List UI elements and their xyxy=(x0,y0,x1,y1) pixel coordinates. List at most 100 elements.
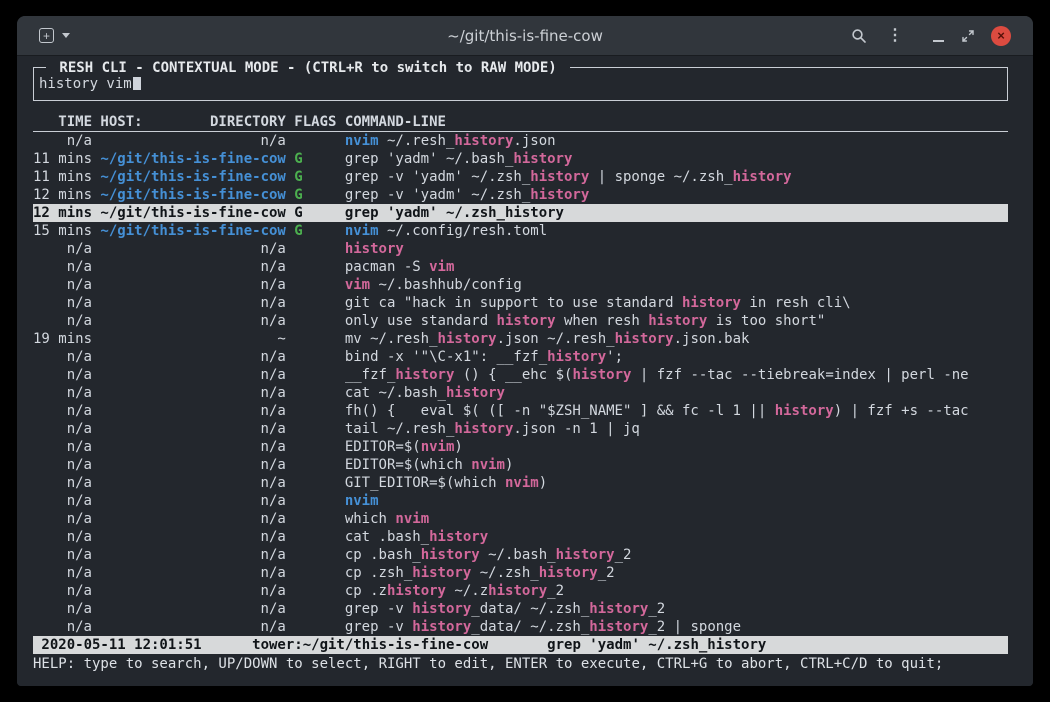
history-row[interactable]: n/an/anvim xyxy=(33,492,1008,510)
status-bar: 2020-05-11 12:01:51tower:~/git/this-is-f… xyxy=(33,636,1008,654)
history-row[interactable]: n/an/agit ca "hack in support to use sta… xyxy=(33,294,1008,312)
restore-icon xyxy=(961,29,975,43)
header-time: TIME xyxy=(33,113,92,131)
history-row[interactable]: n/an/atail ~/.resh_history.json -n 1 | j… xyxy=(33,420,1008,438)
row-time: 11 mins xyxy=(33,150,92,168)
row-command: vim ~/.bashhub/config xyxy=(345,276,1008,294)
row-flags xyxy=(294,258,336,276)
row-flags xyxy=(294,402,336,420)
terminal-window: + ~/git/this-is-fine-cow ⋮ xyxy=(17,16,1033,686)
row-command: mv ~/.resh_history.json ~/.resh_history.… xyxy=(345,330,1008,348)
row-flags: G xyxy=(294,186,336,204)
row-directory: n/a xyxy=(100,366,285,384)
row-directory: n/a xyxy=(100,258,285,276)
history-row[interactable]: 11 mins~/git/this-is-fine-cowGgrep -v 'y… xyxy=(33,168,1008,186)
history-row-selected[interactable]: 12 mins~/git/this-is-fine-cowGgrep 'yadm… xyxy=(33,204,1008,222)
row-time: 11 mins xyxy=(33,168,92,186)
menu-button[interactable]: ⋮ xyxy=(887,28,903,44)
history-row[interactable]: n/an/acat ~/.bash_history xyxy=(33,384,1008,402)
row-command: git ca "hack in support to use standard … xyxy=(345,294,1008,312)
row-time: n/a xyxy=(33,384,92,402)
row-directory: n/a xyxy=(100,384,285,402)
row-command: tail ~/.resh_history.json -n 1 | jq xyxy=(345,420,1008,438)
history-row[interactable]: n/an/afh() { eval $( ([ -n "$ZSH_NAME" ]… xyxy=(33,402,1008,420)
row-command: cat .bash_history xyxy=(345,528,1008,546)
close-icon: × xyxy=(997,26,1005,46)
row-time: n/a xyxy=(33,276,92,294)
history-row[interactable]: n/an/aEDITOR=$(which nvim) xyxy=(33,456,1008,474)
row-directory: n/a xyxy=(100,474,285,492)
row-directory: n/a xyxy=(100,276,285,294)
row-flags xyxy=(294,348,336,366)
history-row[interactable]: n/an/acp .bash_history ~/.bash_history_2 xyxy=(33,546,1008,564)
row-command: EDITOR=$(nvim) xyxy=(345,438,1008,456)
row-command: cp .zsh_history ~/.zsh_history_2 xyxy=(345,564,1008,582)
minimize-button[interactable] xyxy=(931,26,945,46)
row-flags xyxy=(294,456,336,474)
history-row[interactable]: n/an/acp .zhistory ~/.zhistory_2 xyxy=(33,582,1008,600)
history-row[interactable]: 12 mins~/git/this-is-fine-cowGgrep -v 'y… xyxy=(33,186,1008,204)
row-time: 15 mins xyxy=(33,222,92,240)
table-header: TIME HOST: DIRECTORY FLAGS COMMAND-LINE xyxy=(33,113,1008,132)
row-flags xyxy=(294,582,336,600)
row-flags xyxy=(294,474,336,492)
history-row[interactable]: n/an/a__fzf_history () { __ehc $(history… xyxy=(33,366,1008,384)
row-command: cp .zhistory ~/.zhistory_2 xyxy=(345,582,1008,600)
close-button[interactable]: × xyxy=(991,26,1011,46)
history-row[interactable]: n/an/agrep -v history_data/ ~/.zsh_histo… xyxy=(33,600,1008,618)
history-row[interactable]: n/an/aEDITOR=$(nvim) xyxy=(33,438,1008,456)
row-flags xyxy=(294,564,336,582)
row-flags xyxy=(294,294,336,312)
history-row[interactable]: n/a n/a vim ~/.bashhub/config xyxy=(33,276,1008,294)
row-time: n/a xyxy=(33,402,92,420)
history-row[interactable]: n/an/awhich nvim xyxy=(33,510,1008,528)
row-directory: ~/git/this-is-fine-cow xyxy=(100,186,285,204)
row-flags xyxy=(294,600,336,618)
text-cursor xyxy=(133,75,141,90)
new-tab-icon: + xyxy=(39,28,54,43)
new-tab-button[interactable]: + xyxy=(39,28,70,43)
row-command: grep -v history_data/ ~/.zsh_history_2 |… xyxy=(345,618,1008,636)
history-row[interactable]: n/an/agrep -v history_data/ ~/.zsh_histo… xyxy=(33,618,1008,636)
row-flags xyxy=(294,330,336,348)
row-flags xyxy=(294,384,336,402)
row-command: only use standard history when resh hist… xyxy=(345,312,1008,330)
history-row[interactable]: n/an/apacman -S vim xyxy=(33,258,1008,276)
row-command: grep -v 'yadm' ~/.zsh_history xyxy=(345,186,1008,204)
row-time: 12 mins xyxy=(33,204,92,222)
search-panel: RESH CLI - CONTEXTUAL MODE - (CTRL+R to … xyxy=(33,67,1008,101)
history-row[interactable]: n/an/anvim ~/.resh_history.json xyxy=(33,132,1008,150)
row-command: grep 'yadm' ~/.bash_history xyxy=(345,150,1008,168)
history-row[interactable]: n/an/abind -x '"\C-x1": __fzf_history'; xyxy=(33,348,1008,366)
search-button[interactable] xyxy=(851,28,867,44)
history-row[interactable]: n/an/acp .zsh_history ~/.zsh_history_2 xyxy=(33,564,1008,582)
row-command: nvim xyxy=(345,492,1008,510)
row-flags xyxy=(294,420,336,438)
history-row[interactable]: n/an/ahistory xyxy=(33,240,1008,258)
row-time: n/a xyxy=(33,438,92,456)
row-time: 19 mins xyxy=(33,330,92,348)
history-row[interactable]: n/an/acat .bash_history xyxy=(33,528,1008,546)
history-row[interactable]: 11 mins~/git/this-is-fine-cowGgrep 'yadm… xyxy=(33,150,1008,168)
history-row[interactable]: n/an/aonly use standard history when res… xyxy=(33,312,1008,330)
restore-button[interactable] xyxy=(961,29,975,43)
titlebar[interactable]: + ~/git/this-is-fine-cow ⋮ xyxy=(17,16,1033,56)
row-time: n/a xyxy=(33,618,92,636)
row-directory: n/a xyxy=(100,312,285,330)
row-command: grep -v history_data/ ~/.zsh_history_2 xyxy=(345,600,1008,618)
row-time: n/a xyxy=(33,564,92,582)
row-command: EDITOR=$(which nvim) xyxy=(345,456,1008,474)
history-row[interactable]: 15 mins~/git/this-is-fine-cowGnvim ~/.co… xyxy=(33,222,1008,240)
header-directory: DIRECTORY xyxy=(210,113,286,131)
row-flags xyxy=(294,546,336,564)
history-row[interactable]: n/an/aGIT_EDITOR=$(which nvim) xyxy=(33,474,1008,492)
row-directory: n/a xyxy=(100,510,285,528)
row-time: n/a xyxy=(33,348,92,366)
row-directory: n/a xyxy=(100,492,285,510)
row-flags: G xyxy=(294,168,336,186)
minimize-icon xyxy=(933,40,944,42)
history-row[interactable]: 19 mins~mv ~/.resh_history.json ~/.resh_… xyxy=(33,330,1008,348)
row-time: n/a xyxy=(33,294,92,312)
row-directory: ~/git/this-is-fine-cow xyxy=(100,204,285,222)
row-command: nvim ~/.config/resh.toml xyxy=(345,222,1008,240)
